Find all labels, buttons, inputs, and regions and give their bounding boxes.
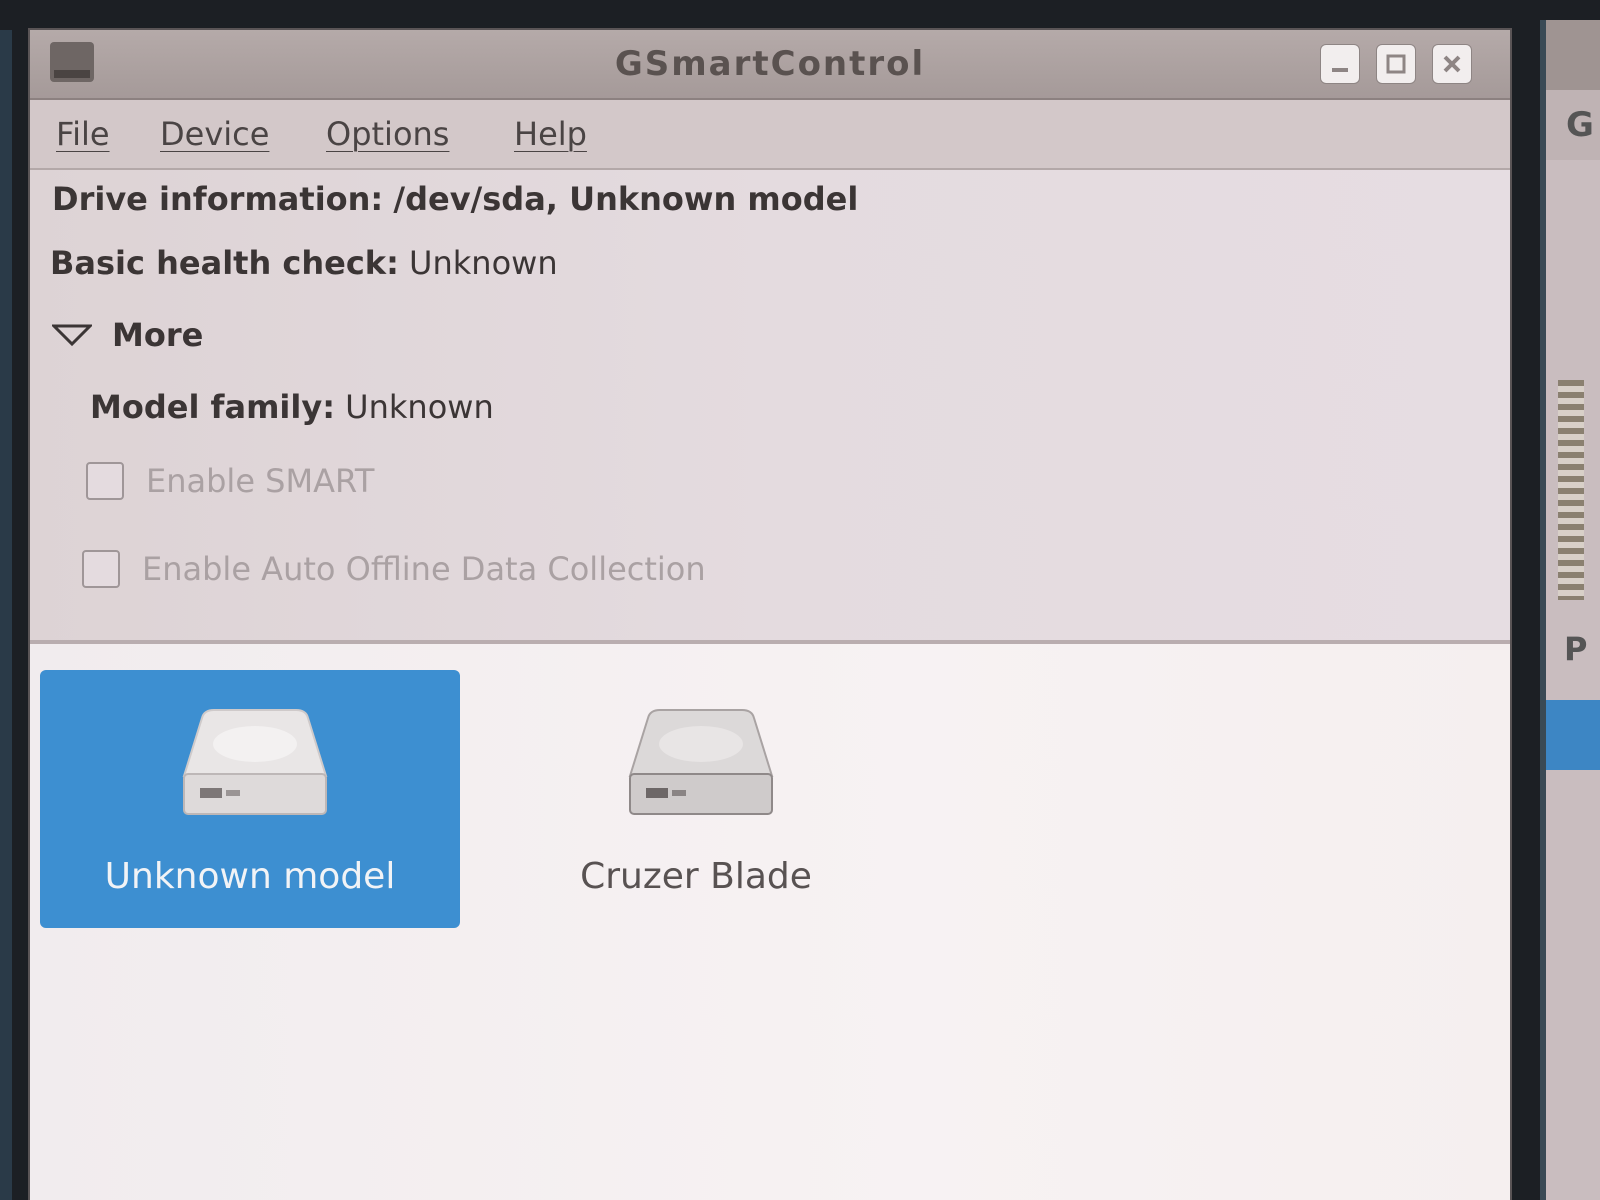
health-check-label: Basic health check: (50, 244, 399, 282)
enable-smart-label: Enable SMART (146, 462, 375, 500)
background-window-menu: G (1546, 90, 1600, 160)
enable-offline-label: Enable Auto Offline Data Collection (142, 550, 706, 588)
background-window-selection (1546, 700, 1600, 770)
checkbox-box[interactable] (86, 462, 124, 500)
device-label: Unknown model (104, 856, 396, 897)
menu-file[interactable]: File (56, 100, 110, 168)
model-family-label: Model family: (90, 388, 335, 426)
window-title: GSmartControl (614, 44, 926, 84)
device-item[interactable]: Unknown model (40, 670, 460, 928)
checkbox-box[interactable] (82, 550, 120, 588)
desktop-edge (0, 30, 12, 1200)
hard-drive-icon (182, 709, 328, 815)
drive-info-panel: Drive information: /dev/sda, Unknown mod… (30, 170, 1510, 640)
enable-smart-checkbox[interactable]: Enable SMART (86, 462, 374, 500)
more-expander[interactable]: More (52, 316, 203, 354)
close-button[interactable] (1432, 44, 1472, 84)
desktop: G P GSmartControl File Device Options He… (0, 0, 1600, 1200)
menubar: File Device Options Help (30, 100, 1510, 170)
triangle-down-icon (52, 324, 92, 347)
more-expander-label: More (112, 316, 204, 354)
maximize-button[interactable] (1376, 44, 1416, 84)
device-label: Cruzer Blade (580, 856, 812, 897)
drive-information-row: Drive information: /dev/sda, Unknown mod… (52, 180, 858, 218)
minimize-icon (1332, 68, 1348, 72)
background-window[interactable]: G P (1540, 20, 1600, 1200)
background-window-titlebar (1546, 20, 1600, 90)
main-window: GSmartControl File Device Options Help D… (30, 30, 1510, 1200)
close-icon (1443, 55, 1461, 73)
menu-device[interactable]: Device (160, 100, 269, 168)
health-check-value: Unknown (409, 244, 558, 282)
model-family-value: Unknown (345, 388, 494, 426)
background-window-scrollbar (1558, 380, 1584, 600)
hard-drive-icon (628, 709, 774, 815)
background-window-text: P (1564, 630, 1588, 668)
drive-information-value: /dev/sda, Unknown model (393, 180, 859, 218)
device-icon-view: Unknown model Cruzer Blade (30, 644, 1510, 1200)
health-check-row: Basic health check: Unknown (50, 244, 558, 282)
drive-information-label: Drive information: (52, 180, 384, 218)
menu-help[interactable]: Help (514, 100, 587, 168)
device-item[interactable]: Cruzer Blade (486, 670, 906, 928)
maximize-icon (1386, 54, 1406, 74)
titlebar[interactable]: GSmartControl (30, 30, 1510, 100)
minimize-button[interactable] (1320, 44, 1360, 84)
enable-offline-checkbox[interactable]: Enable Auto Offline Data Collection (82, 550, 706, 588)
menu-options[interactable]: Options (326, 100, 449, 168)
model-family-row: Model family: Unknown (90, 388, 494, 426)
